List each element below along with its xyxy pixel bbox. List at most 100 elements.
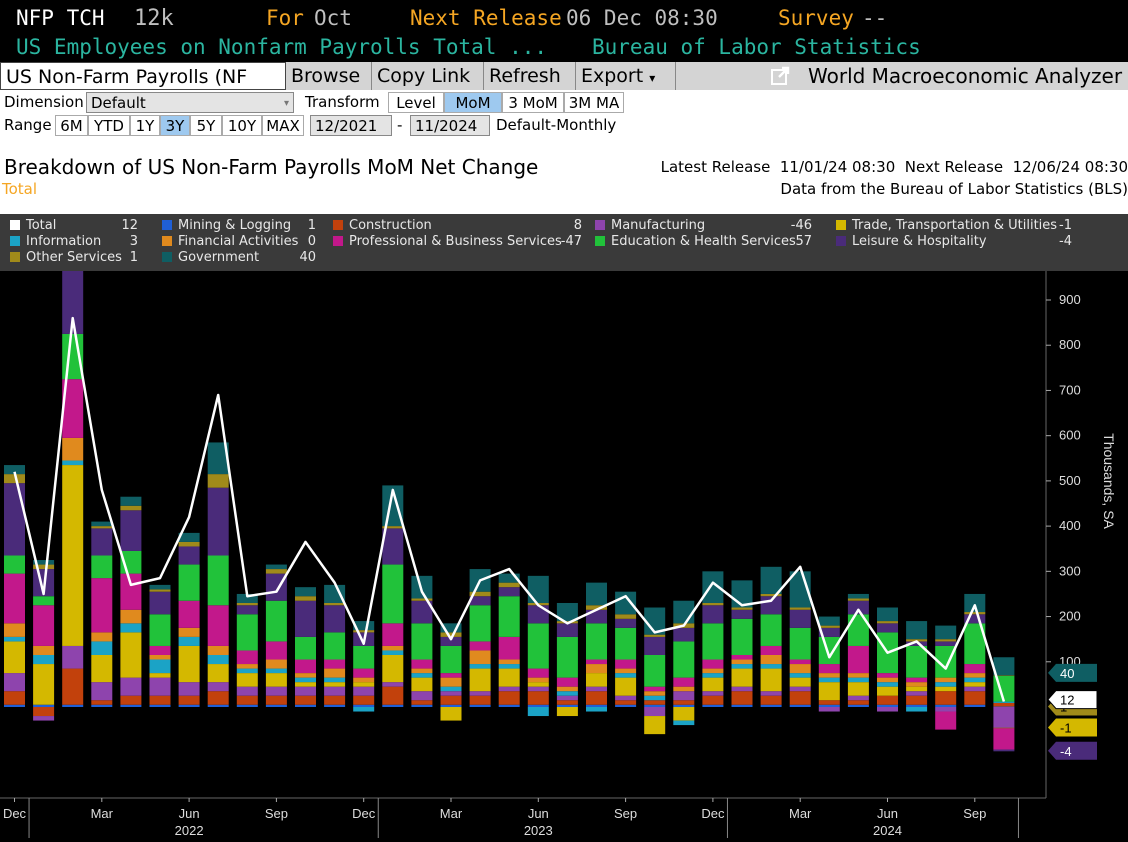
bar-segment-manufacturing: [498, 686, 520, 692]
range-1y-button[interactable]: 1Y: [130, 115, 160, 136]
browse-button[interactable]: Browse: [286, 62, 372, 90]
export-button[interactable]: Export ▾: [576, 62, 676, 90]
bar-segment-trade: [353, 682, 375, 687]
bar-segment-other: [818, 625, 840, 628]
value-tag-label: -1: [1060, 720, 1072, 735]
export-label: Export: [581, 65, 644, 87]
bar-segment-trade: [789, 677, 811, 687]
x-tick-label: Dec: [701, 806, 725, 821]
bar-segment-financial: [906, 682, 928, 687]
range-max-button[interactable]: MAX: [262, 115, 304, 136]
external-link-icon[interactable]: [770, 66, 790, 86]
copy-link-button[interactable]: Copy Link: [372, 62, 484, 90]
bar-segment-manufacturing: [644, 707, 666, 717]
bar-segment-financial: [469, 650, 491, 665]
bar-segment-mining: [760, 704, 782, 707]
app-name: World Macroeconomic Analyzer: [808, 64, 1123, 88]
bar-segment-manufacturing: [149, 677, 171, 696]
bar-segment-leisure: [789, 609, 811, 628]
bar-segment-mining: [236, 704, 258, 707]
transform-level-button[interactable]: Level: [388, 92, 444, 113]
bar-segment-manufacturing: [673, 691, 695, 701]
bar-segment-mining: [149, 704, 171, 707]
bar-segment-manufacturing: [469, 691, 491, 696]
legend-swatch: [333, 220, 343, 230]
bar-segment-government: [265, 564, 287, 570]
legend-item-government[interactable]: Government: [162, 250, 259, 266]
bar-segment-information: [964, 677, 986, 683]
bar-segment-education: [644, 654, 666, 687]
bar-segment-other: [178, 541, 200, 547]
refresh-button[interactable]: Refresh: [484, 62, 576, 90]
for-value: Oct: [314, 6, 352, 30]
transform-mom-button[interactable]: MoM: [444, 92, 502, 113]
range-label: Range: [4, 116, 52, 134]
range-6m-button[interactable]: 6M: [55, 115, 88, 136]
legend-item-leisure[interactable]: Leisure & Hospitality: [836, 234, 987, 250]
bar-segment-manufacturing: [62, 645, 84, 669]
x-tick-label: Dec: [3, 806, 27, 821]
legend-item-manufacturing[interactable]: Manufacturing: [595, 218, 705, 234]
ticker-symbol[interactable]: NFP TCH: [16, 6, 105, 30]
legend-item-construction[interactable]: Construction: [333, 218, 432, 234]
bar-segment-manufacturing: [818, 707, 840, 712]
dimension-value: Default: [91, 94, 146, 112]
range-3y-button[interactable]: 3Y: [160, 115, 190, 136]
bar-segment-construction: [353, 695, 375, 705]
legend-item-mining[interactable]: Mining & Logging: [162, 218, 291, 234]
legend-item-total[interactable]: Total: [10, 218, 56, 234]
legend-value: -4: [1059, 234, 1072, 249]
bar-segment-education: [469, 605, 491, 642]
bar-segment-government: [149, 584, 171, 590]
legend-item-information[interactable]: Information: [10, 234, 101, 250]
range-5y-button[interactable]: 5Y: [190, 115, 222, 136]
bar-segment-leisure: [731, 609, 753, 619]
bar-segment-professional: [207, 605, 229, 646]
bar-segment-information: [615, 673, 637, 678]
legend-value: 57: [795, 234, 812, 249]
bar-segment-construction: [877, 695, 898, 705]
bar-segment-manufacturing: [265, 686, 287, 696]
bar-segment-construction: [964, 691, 986, 705]
date-separator: -: [397, 116, 403, 134]
bar-segment-mining: [847, 704, 869, 707]
start-date-input[interactable]: 12/2021: [310, 115, 392, 136]
range-10y-button[interactable]: 10Y: [222, 115, 262, 136]
frequency-label[interactable]: Default-Monthly: [496, 115, 616, 136]
bar-segment-information: [33, 654, 55, 665]
legend-value: 1: [307, 218, 316, 233]
bar-segment-professional: [644, 686, 666, 692]
bar-segment-professional: [556, 677, 578, 687]
bar-segment-other: [847, 598, 869, 601]
bar-segment-other: [935, 639, 957, 642]
legend-item-trade[interactable]: Trade, Transportation & Utilities: [836, 218, 1057, 234]
legend-label: Information: [26, 234, 102, 249]
bar-segment-financial: [4, 623, 25, 637]
chart-subtitle: Total: [2, 180, 38, 198]
dimension-select[interactable]: Default ▾: [86, 92, 294, 113]
bar-segment-education: [440, 645, 462, 674]
end-date-input[interactable]: 11/2024: [410, 115, 490, 136]
transform-3mom-button[interactable]: 3 MoM: [502, 92, 564, 113]
bar-segment-education: [556, 636, 578, 678]
bar-segment-education: [178, 564, 200, 601]
bar-segment-mining: [91, 704, 113, 707]
chart-title-field[interactable]: US Non-Farm Payrolls (NF: [0, 62, 286, 90]
bar-segment-leisure: [295, 600, 316, 637]
bar-segment-manufacturing: [993, 707, 1015, 728]
ticker-value: 12k: [134, 6, 174, 31]
bar-segment-leisure: [91, 528, 113, 556]
bar-segment-trade: [586, 673, 607, 687]
bar-segment-mining: [178, 704, 200, 707]
bar-segment-mining: [789, 704, 811, 707]
bar-segment-leisure: [586, 609, 607, 624]
transform-3mma-button[interactable]: 3M MA: [564, 92, 624, 113]
bar-segment-information: [236, 668, 258, 674]
legend-label: Total: [26, 218, 57, 233]
range-ytd-button[interactable]: YTD: [88, 115, 130, 136]
legend-item-professional[interactable]: Professional & Business Services: [333, 234, 562, 250]
legend-item-education[interactable]: Education & Health Services: [595, 234, 796, 250]
bar-segment-trade: [120, 632, 142, 678]
bar-segment-construction: [295, 695, 316, 705]
legend-swatch: [595, 220, 605, 230]
